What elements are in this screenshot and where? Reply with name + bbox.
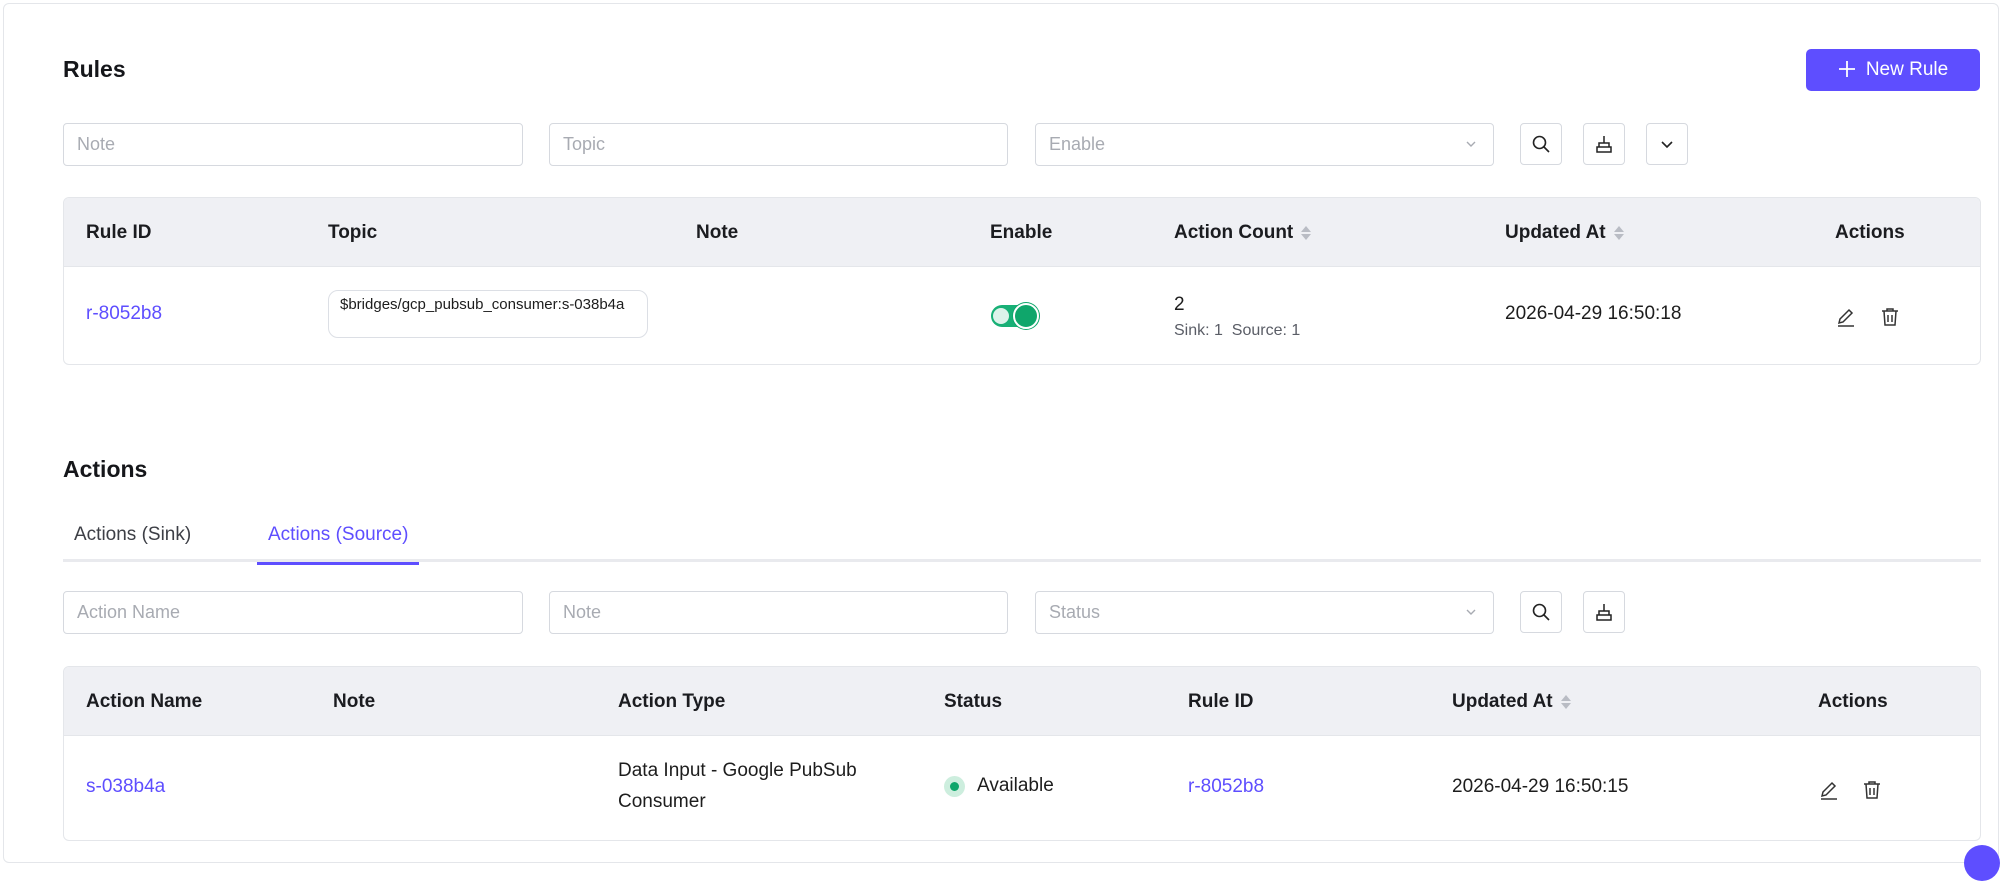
action-count-detail: Sink: 1 Source: 1 [1174,322,1301,339]
rules-title: Rules [63,56,126,82]
actions-table-header: Action Name Note Action Type Status Rule… [64,667,1980,736]
action-count-value: 2 [1174,294,1185,315]
col-rule-id: Rule ID [86,221,152,243]
action-name-placeholder: Action Name [77,602,181,622]
rule-topic-filter-input[interactable]: Topic [549,123,1008,166]
col-action-type: Action Type [618,690,726,712]
col-updated-at-label: Updated At [1452,690,1553,712]
clear-filter-icon [1596,604,1612,621]
status-badge: Available [944,775,1054,797]
edit-icon[interactable] [1835,306,1857,328]
tab-actions-sink[interactable]: Actions (Sink) [74,508,191,562]
col-enable: Enable [990,221,1053,243]
action-search-button[interactable] [1520,591,1562,633]
chevron-down-icon [1466,609,1476,615]
toggle-knob [1013,303,1039,329]
actions-title: Actions [63,456,148,482]
actions-tabs: Actions (Sink) Actions (Source) [63,508,1981,565]
col-status: Status [944,690,1003,712]
action-status-select[interactable]: Status [1035,591,1494,634]
action-name-link[interactable]: s-038b4a [86,776,165,798]
rule-clear-filter-button[interactable] [1583,123,1625,165]
tab-actions-source[interactable]: Actions (Source) [257,508,420,565]
action-name-filter-input[interactable]: Action Name [63,591,523,634]
col-rule-id: Rule ID [1188,690,1254,712]
action-status-placeholder: Status [1049,602,1101,622]
col-actions: Actions [1818,690,1888,712]
col-topic: Topic [328,221,378,243]
table-row: r-8052b8 $bridges/gcp_pubsub_consumer:s-… [64,267,1980,364]
search-icon [1532,603,1550,621]
rules-table-header: Rule ID Topic Note Enable Action Count U… [64,198,1980,267]
search-icon [1532,135,1550,153]
col-note: Note [333,690,376,712]
rule-enable-select[interactable]: Enable [1035,123,1494,166]
col-action-name: Action Name [86,690,203,712]
status-dot-icon [944,775,965,797]
sort-icon[interactable] [1613,225,1624,240]
action-type-line2: Consumer [618,791,706,812]
edit-icon[interactable] [1818,779,1840,801]
status-label: Available [977,775,1054,796]
rule-search-button[interactable] [1520,123,1562,165]
rules-table: Rule ID Topic Note Enable Action Count U… [63,197,1981,365]
new-rule-label: New Rule [1865,59,1949,80]
rule-enable-placeholder: Enable [1049,134,1106,154]
col-updated-at[interactable]: Updated At [1505,198,1624,267]
sort-icon[interactable] [1301,225,1312,240]
topic-tag: $bridges/gcp_pubsub_consumer:s-038b4a [328,290,648,338]
rule-topic-placeholder: Topic [563,134,606,154]
table-row: s-038b4a Data Input - Google PubSub Cons… [64,736,1980,840]
action-clear-filter-button[interactable] [1583,591,1625,633]
clear-filter-icon [1596,136,1612,153]
col-updated-at-label: Updated At [1505,221,1606,243]
chevron-down-icon [1466,141,1476,147]
actions-table: Action Name Note Action Type Status Rule… [63,666,1981,841]
help-widget-button[interactable] [1964,845,2000,881]
col-action-count-label: Action Count [1174,221,1294,243]
enable-toggle[interactable] [991,303,1039,329]
action-rule-id-link[interactable]: r-8052b8 [1188,776,1264,798]
col-note: Note [696,221,739,243]
action-note-placeholder: Note [563,602,602,622]
col-updated-at[interactable]: Updated At [1452,667,1571,736]
delete-icon[interactable] [1861,779,1883,801]
delete-icon[interactable] [1879,306,1901,328]
action-note-filter-input[interactable]: Note [549,591,1008,634]
col-action-count[interactable]: Action Count [1174,198,1312,267]
col-actions: Actions [1835,221,1905,243]
plus-icon [1838,56,1856,82]
rule-note-filter-input[interactable]: Note [63,123,523,166]
rule-more-filters-button[interactable] [1646,123,1688,165]
chevron-down-icon [1661,141,1673,149]
rule-updated-at: 2026-04-29 16:50:18 [1505,303,1682,324]
rule-note-placeholder: Note [77,134,116,154]
action-type-line1: Data Input - Google PubSub [618,760,857,781]
rule-id-link[interactable]: r-8052b8 [86,303,162,325]
action-updated-at: 2026-04-29 16:50:15 [1452,776,1629,797]
new-rule-button[interactable]: New Rule [1806,49,1980,91]
sort-icon[interactable] [1560,694,1571,709]
